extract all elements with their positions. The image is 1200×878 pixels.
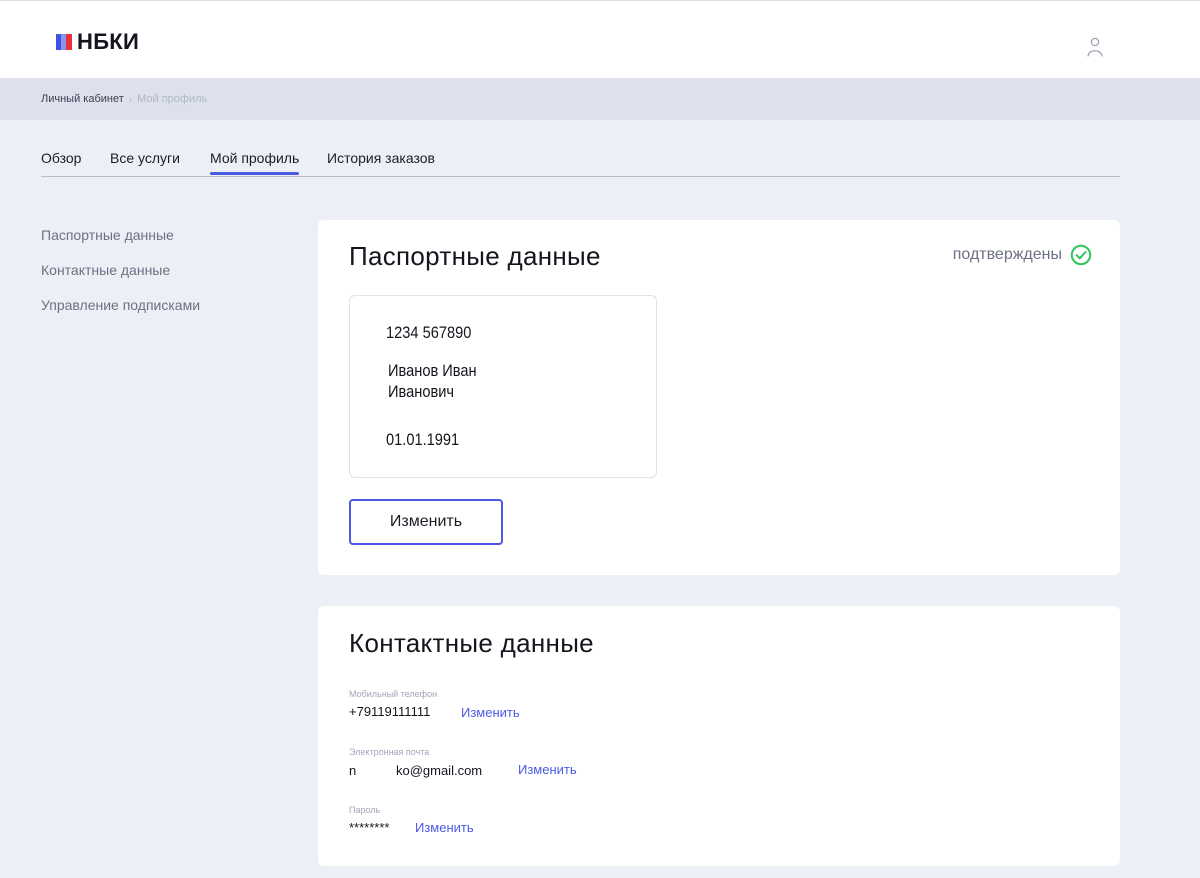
phone-edit-link[interactable]: Изменить [461, 705, 520, 720]
logo[interactable]: НБКИ [56, 29, 139, 55]
contacts-card: Контактные данные Мобильный телефон +791… [318, 606, 1120, 866]
status-text: подтверждены [952, 246, 1062, 263]
passport-edit-button[interactable]: Изменить [349, 499, 503, 545]
email-label: Электронная почта [349, 747, 430, 757]
profile-tabs: Обзор Все услуги Мой профиль История зак… [41, 148, 1120, 177]
passport-name-line2: Иванович [388, 382, 455, 401]
tab-my-profile[interactable]: Мой профиль [210, 150, 300, 175]
phone-label: Мобильный телефон [349, 689, 438, 699]
phone-value: +79119111111 [349, 704, 431, 719]
user-profile-button[interactable] [1084, 35, 1106, 59]
side-nav-contacts[interactable]: Контактные данные [41, 262, 200, 297]
logo-mark-icon [56, 34, 72, 50]
top-header: НБКИ [0, 0, 1200, 78]
tab-overview[interactable]: Обзор [41, 150, 81, 166]
passport-title: Паспортные данные [349, 241, 601, 271]
passport-name-line1: Иванов Иван [388, 361, 477, 380]
profile-side-nav: Паспортные данные Контактные данные Упра… [41, 227, 200, 332]
passport-card: Паспортные данные подтверждены 1234 5678… [318, 220, 1120, 575]
password-label: Пароль [349, 805, 381, 815]
breadcrumb-root-link[interactable]: Личный кабинет [41, 93, 124, 105]
passport-details-box: 1234 567890 Иванов Иван Иванович 01.01.1… [349, 295, 657, 478]
breadcrumb-separator: › [128, 93, 133, 105]
tab-all-services[interactable]: Все услуги [110, 150, 180, 166]
check-circle-icon [1070, 244, 1092, 266]
breadcrumb-current: Мой профиль [137, 93, 208, 105]
passport-status: подтверждены [953, 244, 1092, 266]
email-edit-link[interactable]: Изменить [518, 762, 577, 777]
breadcrumb-bar: Личный кабинет › Мой профиль [0, 78, 1200, 120]
breadcrumb: Личный кабинет › Мой профиль [41, 93, 207, 105]
password-edit-link[interactable]: Изменить [415, 820, 474, 835]
tab-order-history[interactable]: История заказов [327, 150, 435, 166]
side-nav-subscriptions[interactable]: Управление подписками [41, 297, 200, 332]
passport-number: 1234 567890 [386, 323, 472, 342]
logo-text: НБКИ [77, 29, 140, 54]
person-icon [1087, 37, 1103, 57]
side-nav-passport[interactable]: Паспортные данные [41, 227, 200, 262]
email-value: n ko@gmail.com [349, 763, 483, 778]
passport-birth-date: 01.01.1991 [386, 430, 460, 449]
contacts-title: Контактные данные [349, 628, 594, 658]
password-value: ******** [349, 820, 390, 835]
